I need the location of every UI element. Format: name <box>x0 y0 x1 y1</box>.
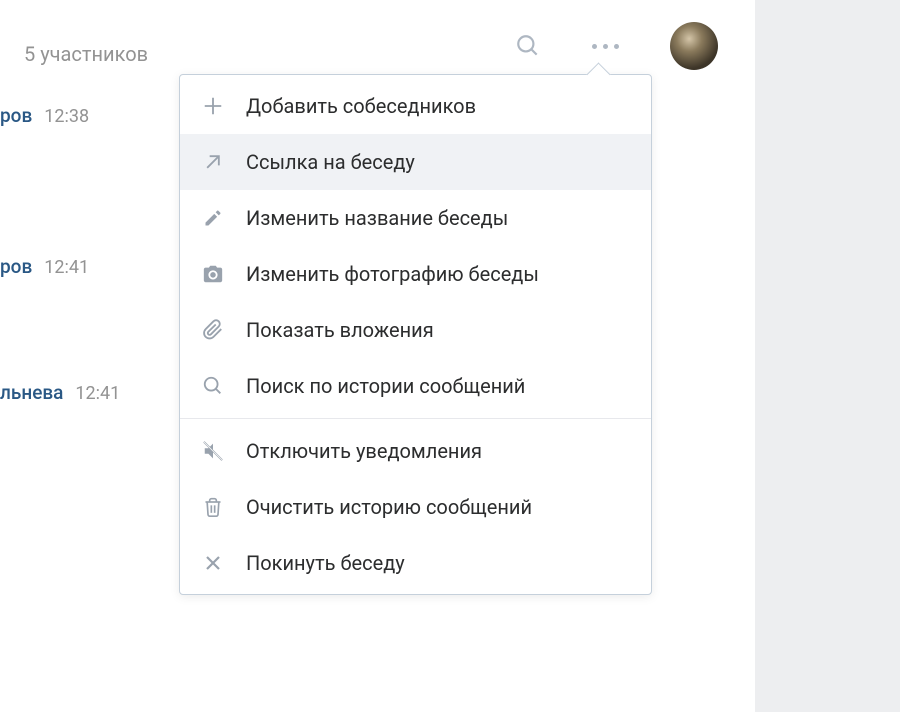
message-time: 12:41 <box>75 383 120 404</box>
menu-show-attachments[interactable]: Показать вложения <box>180 302 651 358</box>
menu-mute-notifications[interactable]: Отключить уведомления <box>180 423 651 479</box>
participants-count: 5 участников <box>24 42 148 66</box>
menu-label: Добавить собеседников <box>246 94 476 118</box>
camera-icon <box>200 261 226 287</box>
menu-change-photo[interactable]: Изменить фотографию беседы <box>180 246 651 302</box>
search-button[interactable] <box>512 30 544 62</box>
menu-label: Показать вложения <box>246 318 434 342</box>
menu-divider <box>180 418 651 419</box>
chat-area: 5 участников ров 12:38 ров 12:41 ль <box>0 0 755 712</box>
close-icon <box>200 550 226 576</box>
trash-icon <box>200 494 226 520</box>
plus-icon <box>200 93 226 119</box>
menu-clear-history[interactable]: Очистить историю сообщений <box>180 479 651 535</box>
paperclip-icon <box>200 317 226 343</box>
menu-chat-link[interactable]: Ссылка на беседу <box>180 134 651 190</box>
avatar[interactable] <box>670 22 718 70</box>
search-icon <box>200 373 226 399</box>
menu-label: Изменить фотографию беседы <box>246 262 539 286</box>
more-button[interactable] <box>585 30 625 62</box>
menu-label: Очистить историю сообщений <box>246 495 532 519</box>
chat-actions-menu: Добавить собеседников Ссылка на беседу И… <box>179 74 652 595</box>
menu-add-participants[interactable]: Добавить собеседников <box>180 75 651 134</box>
sidebar-right <box>755 0 900 712</box>
message-sender: ров <box>0 255 32 278</box>
pencil-icon <box>200 205 226 231</box>
search-icon <box>515 33 541 59</box>
menu-search-history[interactable]: Поиск по истории сообщений <box>180 358 651 414</box>
menu-label: Ссылка на беседу <box>246 150 415 174</box>
message-list: ров 12:38 ров 12:41 льнева 12:41 <box>0 100 120 503</box>
message-row: ров 12:41 <box>0 251 120 282</box>
mute-icon <box>200 438 226 464</box>
menu-label: Поиск по истории сообщений <box>246 374 525 398</box>
message-sender: ров <box>0 104 32 127</box>
message-time: 12:41 <box>44 257 89 278</box>
menu-rename-chat[interactable]: Изменить название беседы <box>180 190 651 246</box>
message-row: ров 12:38 <box>0 100 120 131</box>
message-row: льнева 12:41 <box>0 377 120 408</box>
menu-label: Отключить уведомления <box>246 439 482 463</box>
menu-leave-chat[interactable]: Покинуть беседу <box>180 535 651 594</box>
chat-header: 5 участников <box>0 0 755 80</box>
arrow-up-right-icon <box>200 149 226 175</box>
message-sender: льнева <box>0 381 63 404</box>
menu-label: Покинуть беседу <box>246 551 405 575</box>
menu-label: Изменить название беседы <box>246 206 508 230</box>
message-time: 12:38 <box>44 106 89 127</box>
more-icon <box>592 44 597 49</box>
